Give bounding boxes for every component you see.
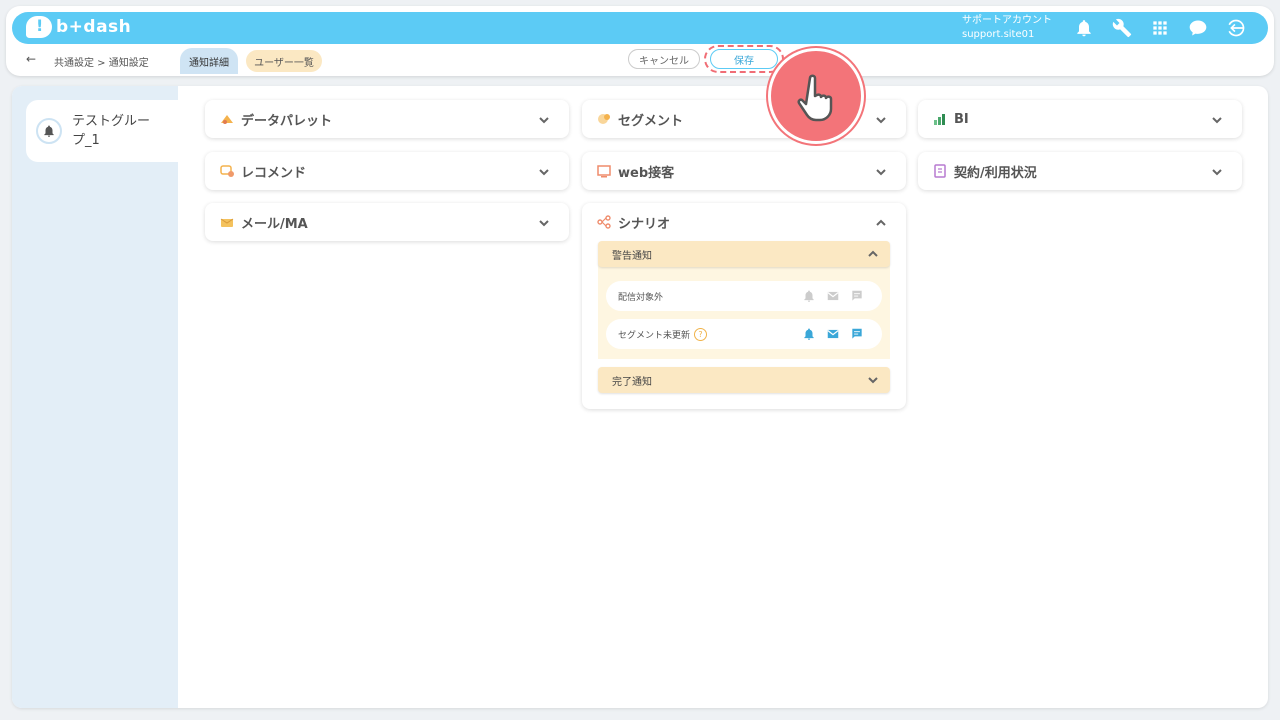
- card-title: シナリオ: [618, 216, 671, 232]
- scenario-header[interactable]: シナリオ: [582, 203, 906, 241]
- chevron-down-icon[interactable]: [874, 112, 888, 126]
- chevron-up-icon[interactable]: [874, 215, 888, 229]
- chevron-down-icon[interactable]: [874, 164, 888, 178]
- bi-chart-icon: [934, 114, 945, 125]
- back-arrow-icon[interactable]: ←: [26, 52, 36, 66]
- header: b+dash サポートアカウント support.site01 ←: [6, 6, 1274, 76]
- card-data-palette[interactable]: データパレット: [205, 100, 569, 138]
- list-item: 配信対象外: [606, 281, 882, 311]
- chat-icon[interactable]: [850, 289, 864, 303]
- segment-icon: [598, 114, 610, 124]
- card-title: BI: [954, 111, 969, 127]
- recommend-icon: [220, 165, 234, 177]
- breadcrumb: 共通設定 > 通知設定: [54, 58, 149, 69]
- chevron-down-icon[interactable]: [866, 373, 880, 387]
- sidebar-item-group[interactable]: テストグループ_1: [26, 100, 186, 162]
- chevron-down-icon[interactable]: [537, 164, 551, 178]
- card-title: メール/MA: [241, 216, 308, 232]
- grid-icon[interactable]: [1148, 16, 1172, 40]
- chevron-down-icon[interactable]: [537, 112, 551, 126]
- top-bar: b+dash サポートアカウント support.site01: [12, 12, 1268, 44]
- notification-label: セグメント未更新: [618, 330, 691, 341]
- mail-icon[interactable]: [826, 289, 840, 303]
- logo[interactable]: b+dash: [26, 16, 131, 38]
- logo-text: b+dash: [56, 17, 132, 37]
- cancel-button[interactable]: キャンセル: [628, 49, 700, 69]
- warning-section-header[interactable]: 警告通知: [598, 241, 890, 267]
- card-mail[interactable]: メール/MA: [205, 203, 569, 241]
- card-title: web接客: [618, 165, 675, 181]
- save-button[interactable]: 保存: [710, 49, 778, 69]
- group-sidebar: [12, 86, 178, 708]
- tab-notification-detail[interactable]: 通知詳細: [180, 48, 238, 74]
- card-title: レコメンド: [241, 165, 307, 181]
- scenario-icon: [597, 215, 611, 229]
- top-icons: [1072, 16, 1248, 40]
- mail-icon: [220, 218, 234, 227]
- chevron-down-icon[interactable]: [1210, 112, 1224, 126]
- card-title: セグメント: [618, 113, 684, 129]
- chevron-down-icon[interactable]: [1210, 164, 1224, 178]
- mail-icon[interactable]: [826, 327, 840, 341]
- logout-icon[interactable]: [1224, 16, 1248, 40]
- group-name: テストグループ_1: [72, 114, 151, 148]
- card-scenario: シナリオ 警告通知 配信対象外 セグメント未更新 ? 完了通知: [582, 203, 906, 409]
- account-label: サポートアカウント: [962, 15, 1052, 26]
- account-id: support.site01: [962, 29, 1035, 40]
- palette-icon: [221, 115, 233, 124]
- chevron-down-icon[interactable]: [537, 215, 551, 229]
- help-icon[interactable]: ?: [694, 327, 708, 341]
- chevron-up-icon[interactable]: [866, 247, 880, 261]
- pointer-hand-icon: [768, 48, 864, 144]
- chat-icon[interactable]: [850, 327, 864, 341]
- tab-user-list[interactable]: ユーザー一覧: [246, 50, 322, 72]
- warning-title: 警告通知: [612, 250, 652, 262]
- sub-bar: ← 共通設定 > 通知設定 通知詳細 ユーザー一覧 キャンセル 保存: [6, 45, 1274, 76]
- web-icon: [597, 165, 611, 178]
- bell-icon: [36, 118, 62, 144]
- bell-icon[interactable]: [802, 327, 816, 341]
- notification-label: 配信対象外: [618, 292, 664, 303]
- bell-icon[interactable]: [802, 289, 816, 303]
- card-title: 契約/利用状況: [954, 165, 1037, 181]
- support-chat-icon[interactable]: [1186, 16, 1210, 40]
- bell-icon[interactable]: [1072, 16, 1096, 40]
- card-recommend[interactable]: レコメンド: [205, 152, 569, 190]
- complete-title: 完了通知: [612, 376, 652, 388]
- card-contract[interactable]: 契約/利用状況: [918, 152, 1242, 190]
- main-panel: テストグループ_1 データパレット レコメンド メール/MA セグメント web…: [12, 86, 1268, 708]
- logo-icon: [26, 16, 52, 38]
- account-info[interactable]: サポートアカウント support.site01: [962, 14, 1052, 42]
- list-item: セグメント未更新 ?: [606, 319, 882, 349]
- card-title: データパレット: [241, 113, 333, 129]
- complete-section-header[interactable]: 完了通知: [598, 367, 890, 393]
- contract-icon: [934, 164, 946, 178]
- wrench-icon[interactable]: [1110, 16, 1134, 40]
- card-web[interactable]: web接客: [582, 152, 906, 190]
- card-bi[interactable]: BI: [918, 100, 1242, 138]
